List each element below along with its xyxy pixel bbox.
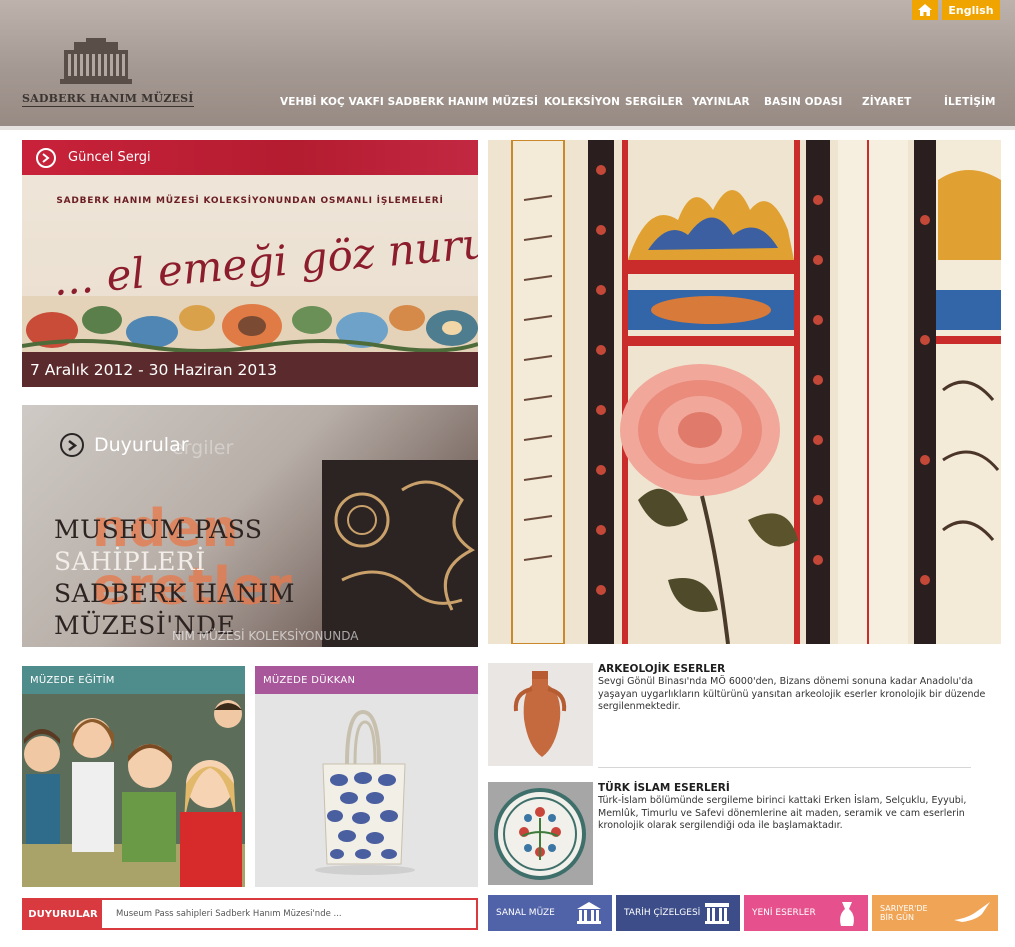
news-label: DUYURULAR [24, 900, 102, 928]
english-language-button[interactable]: English [942, 0, 1000, 20]
education-tile-label: MÜZEDE EĞİTİM [22, 666, 245, 694]
virtual-museum-label: SANAL MÜZE [496, 908, 555, 918]
amphora-image [488, 663, 593, 766]
vase-icon [840, 902, 854, 926]
turkish-islamic-description: Türk-İslam bölümünde sergileme birinci k… [598, 795, 967, 831]
announcement-line-3: SADBERK HANIM [54, 579, 295, 608]
turkish-islamic-title[interactable]: TÜRK İSLAM ESERLERİ [598, 782, 730, 794]
shop-tile-label: MÜZEDE DÜKKAN [255, 666, 478, 694]
announcement-footer-text: NIM MÜZESİ KOLEKSİYONUNDA [172, 629, 359, 643]
announcement-line-2: SAHİPLERİ [54, 547, 206, 576]
turkish-islamic-section[interactable]: TÜRK İSLAM ESERLERİ Türk-İslam bölümünde… [488, 782, 1001, 886]
archaeology-title[interactable]: ARKEOLOJİK ESERLER [598, 663, 725, 675]
sariyer-label-line-2: BİR GÜN [880, 913, 914, 922]
archaeology-section[interactable]: ARKEOLOJİK ESERLER Sevgi Gönül Binası'nd… [488, 663, 1001, 767]
header-divider [0, 126, 1015, 130]
tote-bag-image [255, 694, 478, 887]
manuscript-feature-image[interactable] [488, 140, 1001, 644]
arrow-circle-icon [60, 433, 84, 457]
embroidery-band-image [22, 296, 478, 352]
nav-item-foundation[interactable]: VEHBİ KOÇ VAKFI SADBERK HANIM MÜZESİ [280, 96, 538, 112]
announcement-ghost-text: ergiler [172, 437, 234, 459]
timeline-button[interactable]: TARİH ÇİZELGESİ [616, 895, 740, 931]
shop-tile[interactable]: MÜZEDE DÜKKAN [255, 666, 478, 887]
section-divider [598, 767, 971, 768]
nav-item-collection[interactable]: KOLEKSİYON [544, 96, 620, 112]
education-tile[interactable]: MÜZEDE EĞİTİM [22, 666, 245, 887]
current-exhibition-banner[interactable]: Güncel Sergi SADBERK HANIM MÜZESİ KOLEKS… [22, 140, 478, 387]
ceramic-plate-image [488, 782, 593, 885]
exhibition-title: ... el emeği göz nuru [51, 218, 478, 298]
nav-item-publications[interactable]: YAYINLAR [692, 96, 750, 112]
home-button[interactable] [912, 0, 938, 20]
museum-building-icon [705, 903, 729, 924]
exhibition-label-bar: Güncel Sergi [22, 140, 478, 175]
home-icon [918, 4, 932, 16]
virtual-museum-button[interactable]: SANAL MÜZE [488, 895, 612, 931]
exhibition-dates: 7 Aralık 2012 - 30 Haziran 2013 [22, 352, 478, 387]
announcement-banner[interactable]: Duyurular ergiler nden eretler MUSEUM PA… [22, 405, 478, 647]
sariyer-label-line-1: SARIYER'DE [880, 904, 928, 913]
nav-item-exhibitions[interactable]: SERGİLER [625, 96, 683, 112]
announcement-header: Duyurular [46, 433, 189, 457]
nav-item-contact[interactable]: İLETİŞİM [944, 96, 996, 112]
museum-pass-card-image [322, 460, 478, 647]
nav-item-press[interactable]: BASIN ODASI [764, 96, 842, 112]
archaeology-description: Sevgi Gönül Binası'nda MÖ 6000'den, Biza… [598, 676, 986, 712]
logo-text[interactable]: SADBERK HANIM MÜZESİ [22, 92, 194, 107]
site-header: SADBERK HANIM MÜZESİ English VEHBİ KOÇ V… [0, 0, 1015, 128]
museum-logo-icon[interactable] [60, 38, 132, 84]
bird-icon [954, 902, 990, 922]
exhibition-subtitle: SADBERK HANIM MÜZESİ KOLEKSİYONUNDAN OSM… [56, 196, 444, 206]
timeline-label: TARİH ÇİZELGESİ [624, 908, 701, 918]
announcement-line-1: MUSEUM PASS [54, 515, 263, 544]
news-text[interactable]: Museum Pass sahipleri Sadberk Hanım Müze… [102, 900, 476, 928]
sariyer-label: SARIYER'DE BİR GÜN [880, 904, 928, 922]
museum-building-icon [577, 902, 601, 924]
exhibition-label: Güncel Sergi [68, 150, 151, 165]
new-items-button[interactable]: YENİ ESERLER [744, 895, 868, 931]
news-ticker[interactable]: DUYURULAR Museum Pass sahipleri Sadberk … [22, 898, 478, 930]
children-photo [22, 694, 245, 887]
arrow-circle-icon [36, 147, 56, 168]
new-items-label: YENİ ESERLER [752, 908, 816, 918]
exhibition-title-text: ... el emeği göz nuru [51, 218, 478, 298]
sariyer-day-button[interactable]: SARIYER'DE BİR GÜN [872, 895, 998, 931]
nav-item-visit[interactable]: ZİYARET [862, 96, 911, 112]
